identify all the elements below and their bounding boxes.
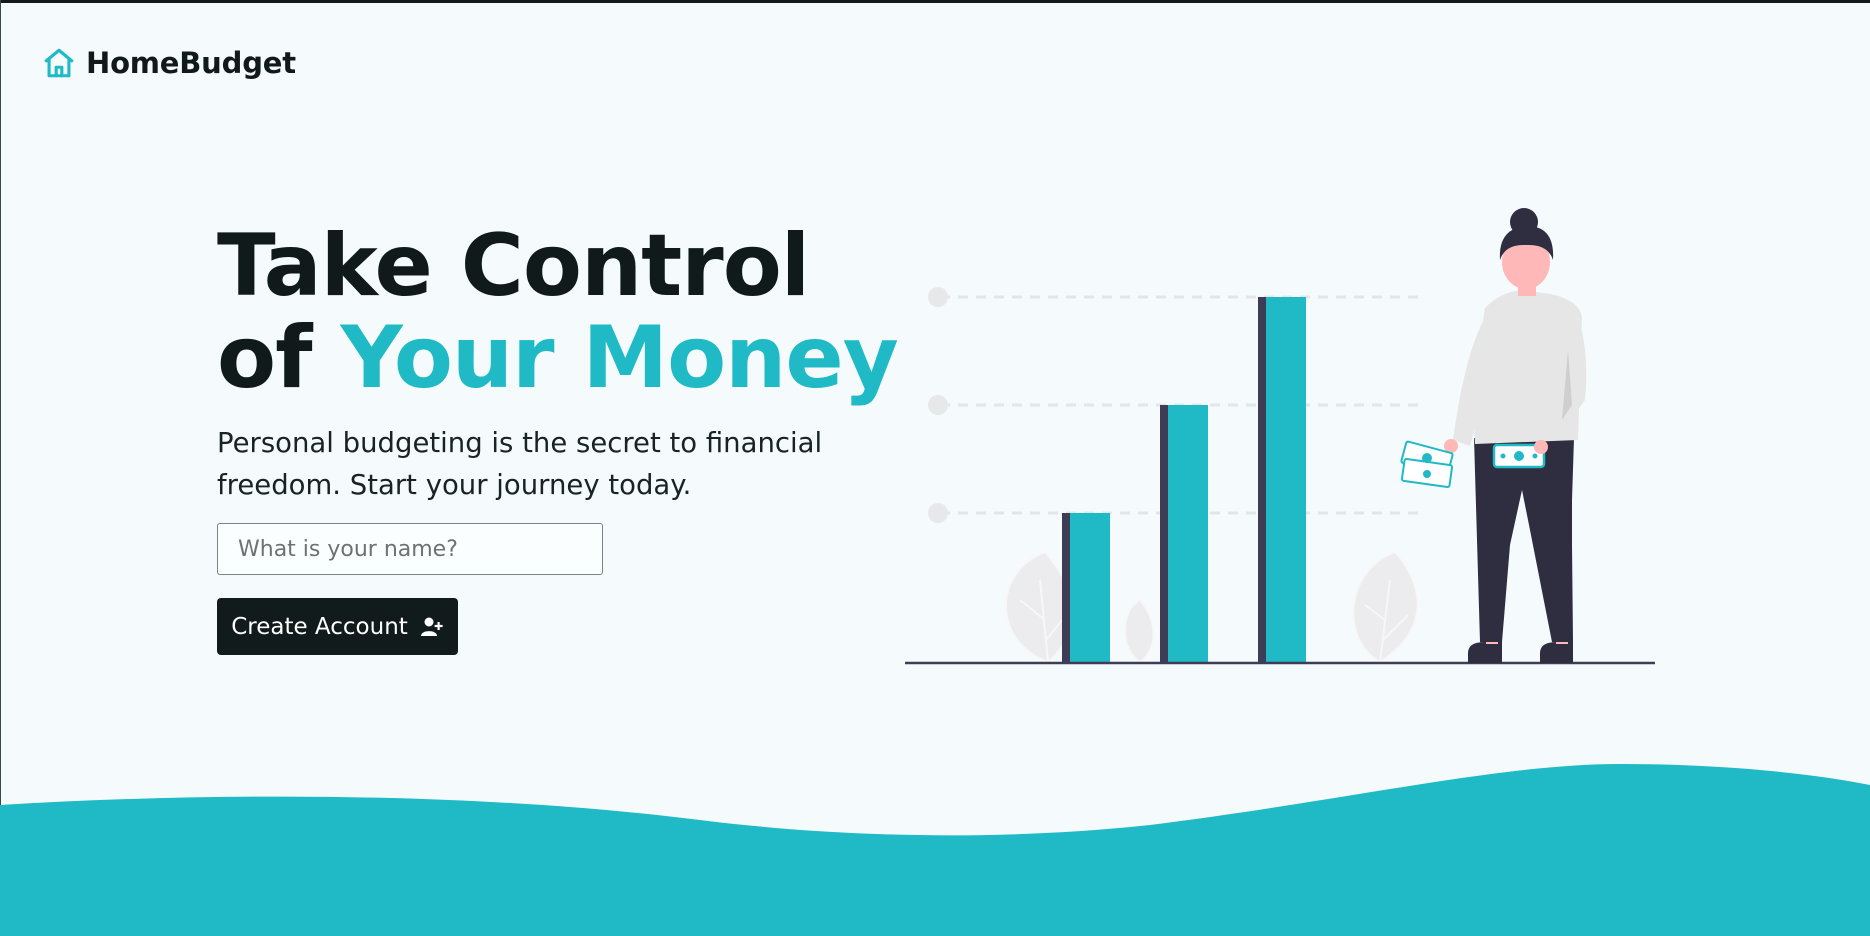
bar-1 xyxy=(1062,513,1110,663)
growth-chart-woman-illustration xyxy=(900,200,1660,680)
woman-figure xyxy=(1400,208,1587,663)
hero-title-line2-prefix: of xyxy=(217,308,341,408)
hero-title-line1: Take Control xyxy=(217,216,810,316)
window-top-border xyxy=(0,0,1870,3)
create-account-label: Create Account xyxy=(231,613,408,640)
brand-name: HomeBudget xyxy=(86,46,296,80)
home-icon xyxy=(42,46,76,80)
bar-3 xyxy=(1258,297,1306,663)
user-plus-icon xyxy=(420,616,444,638)
bar-2 xyxy=(1160,405,1208,663)
hero-title-accent: Your Money xyxy=(340,308,898,408)
name-input[interactable] xyxy=(217,523,603,575)
hero-subtitle: Personal budgeting is the secret to fina… xyxy=(217,427,823,501)
hero-section: Take Control of Your Money Personal budg… xyxy=(217,220,917,655)
brand-link[interactable]: HomeBudget xyxy=(42,46,296,80)
bottom-wave xyxy=(0,764,1870,936)
hero-title: Take Control of Your Money xyxy=(217,220,917,404)
create-account-button[interactable]: Create Account xyxy=(217,598,458,655)
